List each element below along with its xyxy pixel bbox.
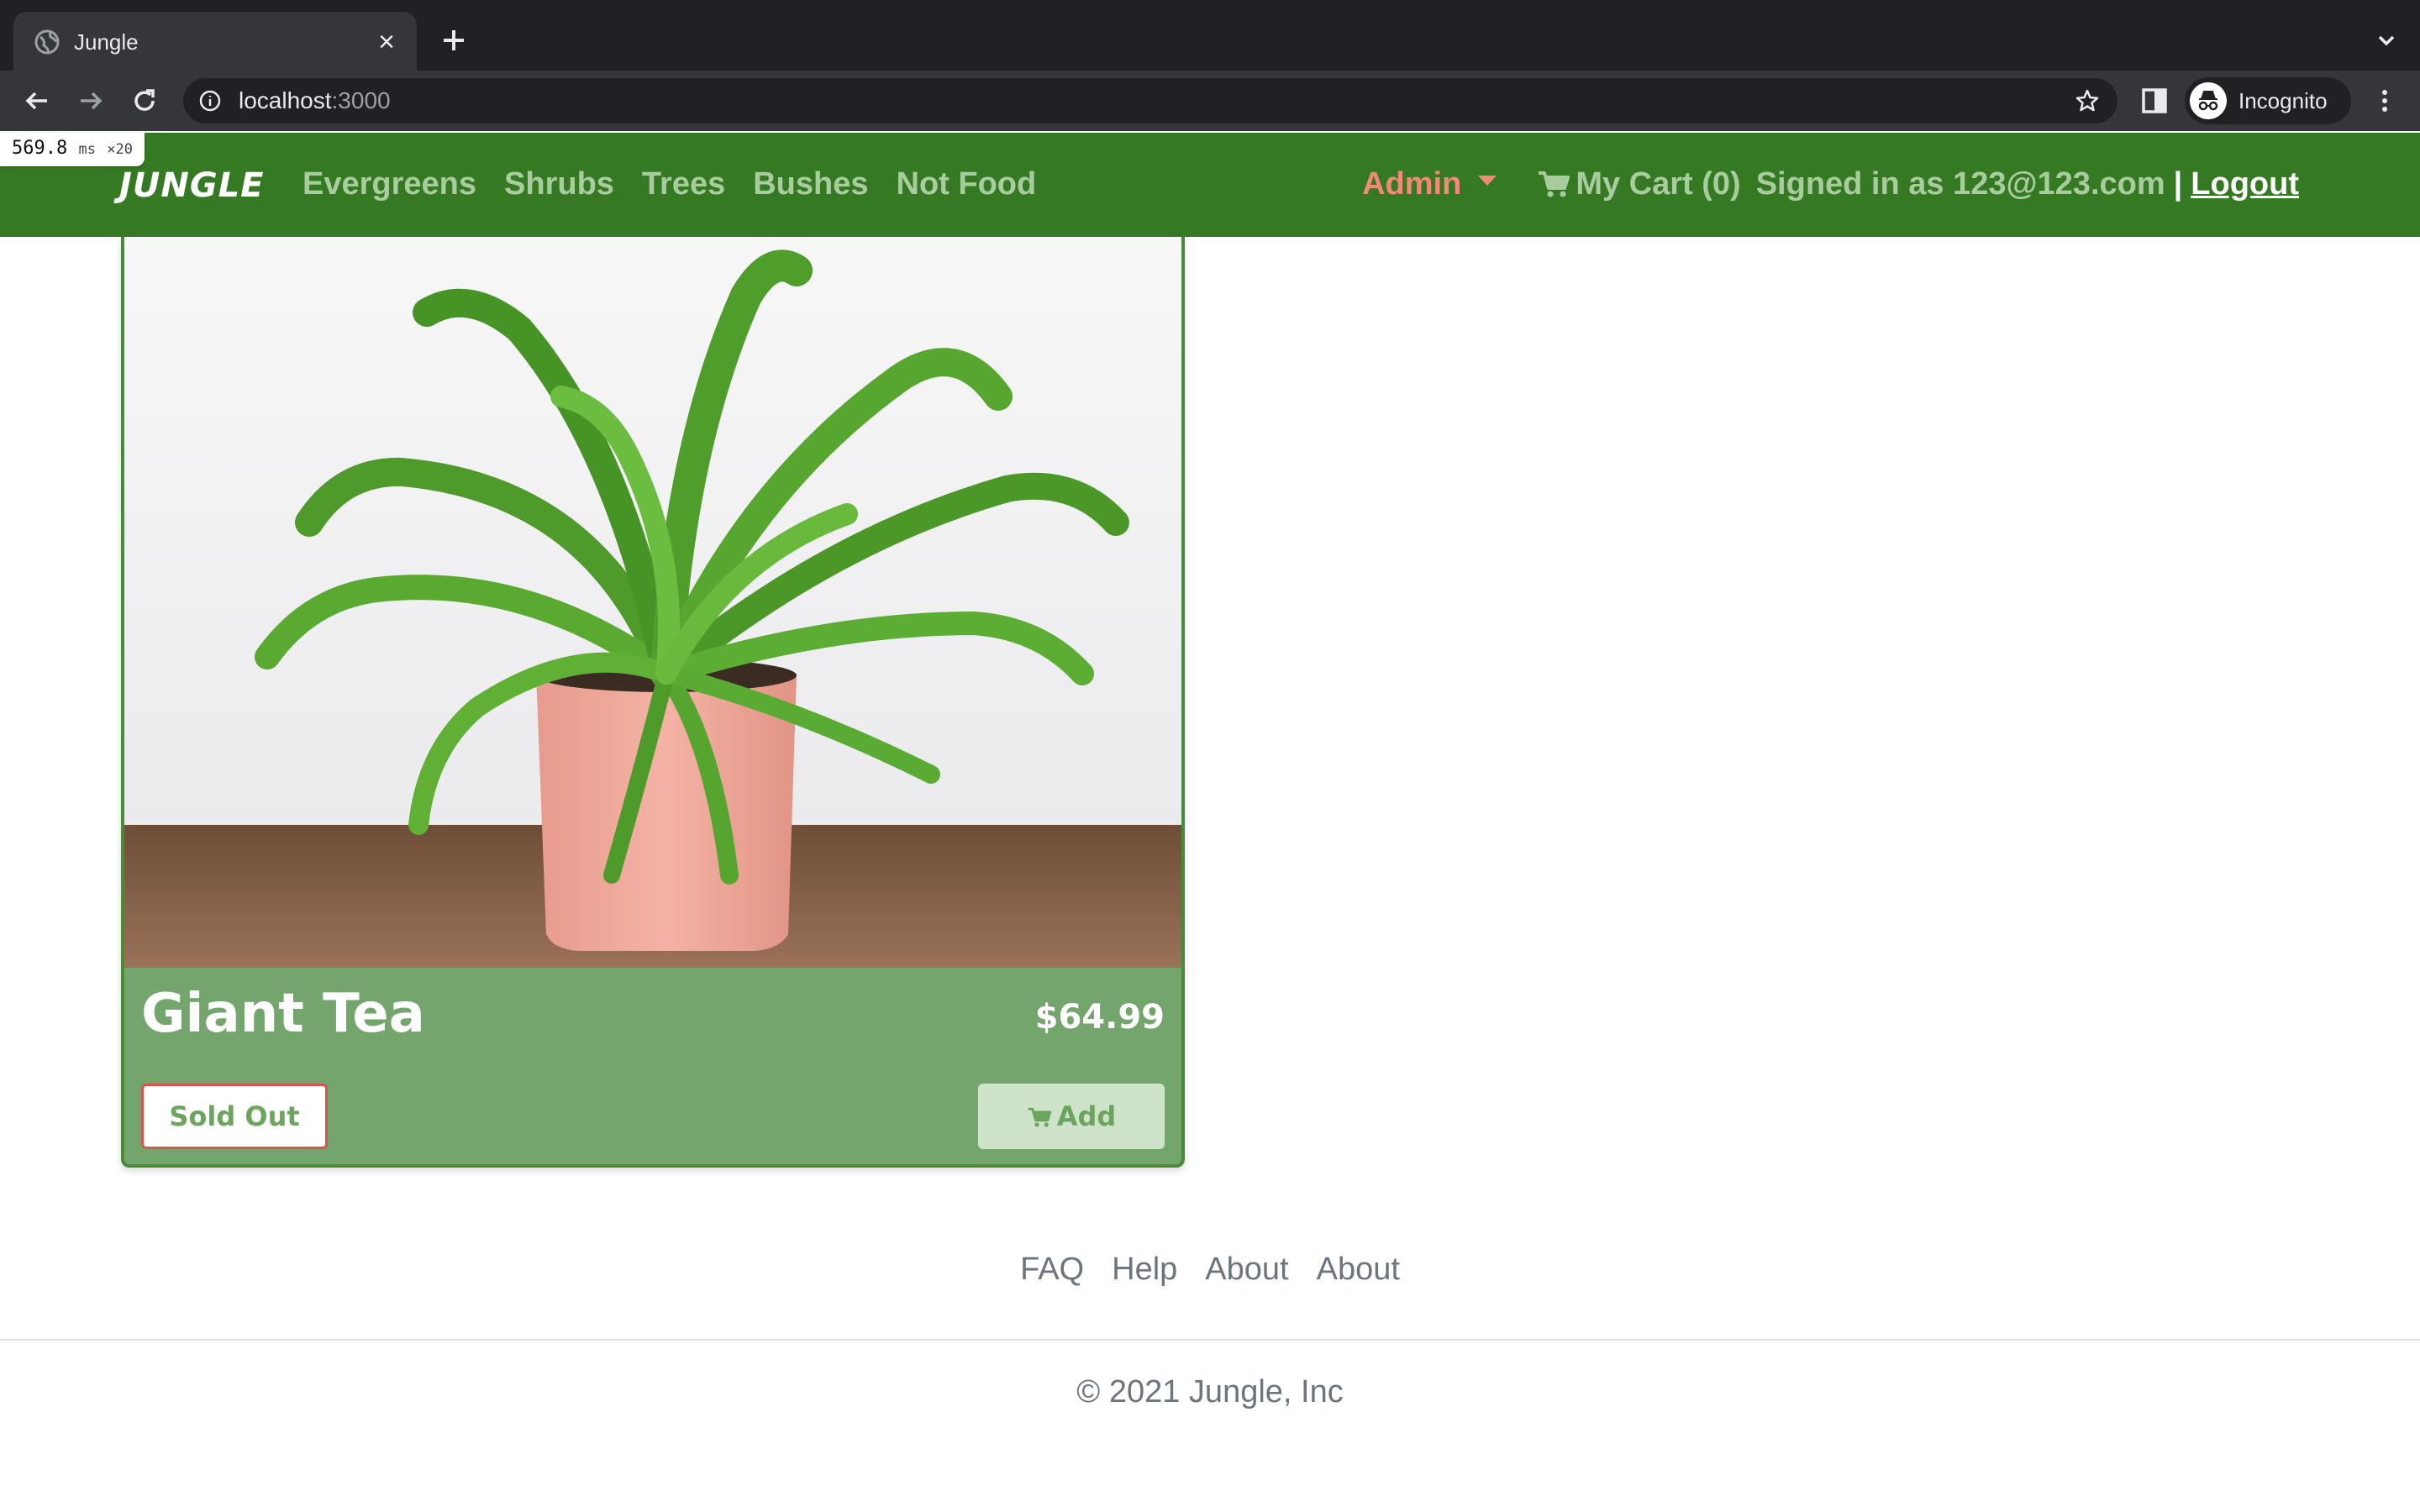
star-icon[interactable] (2074, 87, 2101, 114)
add-to-cart-button[interactable]: Add (978, 1084, 1165, 1149)
perf-value: 569.8 (12, 138, 68, 159)
globe-icon (34, 29, 60, 55)
site-navbar: JUNGLE Evergreens Shrubs Trees Bushes No… (0, 133, 2420, 237)
render-time-badge: 569.8 ms ×20 (0, 133, 145, 166)
tab-title: Jungle (74, 29, 139, 55)
account-area: Admin My Cart (0) Signed in as 123@123.c… (1362, 165, 2299, 203)
product-price: $64.99 (1034, 998, 1165, 1037)
url-port: :3000 (331, 87, 391, 113)
separator: | (2173, 166, 2183, 202)
footer-link-help[interactable]: Help (1112, 1252, 1177, 1288)
back-arrow-icon[interactable] (20, 84, 54, 118)
product-image[interactable] (124, 237, 1181, 968)
my-cart-link[interactable]: My Cart (0) (1576, 165, 1740, 203)
sold-out-badge: Sold Out (141, 1084, 328, 1149)
cart-icon (1028, 1107, 1051, 1127)
reload-icon[interactable] (128, 84, 161, 118)
logout-link[interactable]: Logout (2191, 165, 2299, 203)
copyright-text: © 2021 Jungle, Inc (1076, 1374, 1344, 1410)
product-name: Giant Tea (141, 983, 425, 1045)
nav-link-bushes[interactable]: Bushes (753, 165, 868, 203)
nav-link-evergreens[interactable]: Evergreens (302, 165, 476, 203)
info-icon[interactable] (198, 89, 222, 113)
perf-unit: ms (78, 141, 96, 158)
more-vert-icon[interactable] (2368, 84, 2402, 118)
incognito-icon (2190, 82, 2227, 119)
url-text: localhost:3000 (239, 87, 391, 113)
browser-tab[interactable]: Jungle × (13, 12, 417, 71)
browser-tab-strip: Jungle × (0, 0, 2420, 71)
nav-link-not-food[interactable]: Not Food (897, 165, 1037, 203)
category-links: Evergreens Shrubs Trees Bushes Not Food (302, 165, 1036, 203)
side-panel-icon[interactable] (2139, 84, 2170, 118)
footer-link-about-2[interactable]: About (1317, 1252, 1400, 1288)
address-bar[interactable]: localhost:3000 (183, 78, 2118, 123)
close-icon[interactable]: × (371, 27, 402, 57)
chevron-down-icon[interactable] (2373, 27, 2400, 54)
footer-link-faq[interactable]: FAQ (1020, 1252, 1084, 1288)
add-button-label: Add (1056, 1100, 1117, 1132)
cart-icon (1539, 171, 1570, 197)
product-card[interactable]: Giant Tea $64.99 Sold Out Add (121, 237, 1185, 1168)
nav-link-shrubs[interactable]: Shrubs (504, 165, 614, 203)
brand-logo[interactable]: JUNGLE (119, 166, 264, 205)
admin-dropdown[interactable]: Admin (1362, 165, 1461, 203)
profile-label: Incognito (2238, 88, 2328, 113)
footer-links: FAQ Help About About (0, 1252, 2420, 1288)
browser-toolbar: localhost:3000 Incognito (0, 71, 2420, 131)
forward-arrow-icon[interactable] (74, 84, 108, 118)
footer-link-about[interactable]: About (1205, 1252, 1288, 1288)
plus-icon[interactable] (437, 24, 471, 57)
incognito-profile-button[interactable]: Incognito (2185, 77, 2351, 124)
caret-down-icon[interactable] (1478, 176, 1497, 186)
perf-count: ×20 (107, 141, 133, 158)
signed-in-text: Signed in as 123@123.com (1755, 166, 2165, 202)
footer-divider (0, 1339, 2420, 1341)
nav-link-trees[interactable]: Trees (642, 165, 725, 203)
